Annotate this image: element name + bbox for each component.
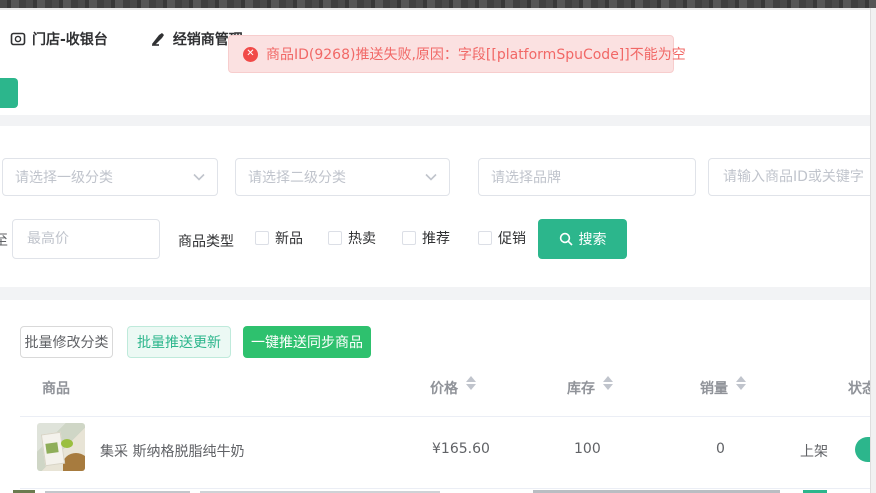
error-toast: ✕ 商品ID(9268)推送失败,原因：字段[[platformSpuCode]… <box>228 35 674 73</box>
col-header-stock: 库存 <box>567 378 595 398</box>
error-toast-message: 商品ID(9268)推送失败,原因：字段[[platformSpuCode]]不… <box>266 44 686 64</box>
price-range-to-label: 至 <box>0 230 8 250</box>
checkbox-recommend[interactable]: 推荐 <box>402 228 450 248</box>
chevron-down-icon <box>193 173 205 181</box>
sort-control-stock[interactable] <box>603 376 613 390</box>
col-header-product: 商品 <box>42 378 70 398</box>
browser-tabstrip-cutoff <box>0 0 876 8</box>
checkbox-label: 新品 <box>275 228 303 248</box>
keyword-input-wrap <box>708 158 876 196</box>
select-placeholder: 请选择二级分类 <box>248 167 346 187</box>
checkbox-input[interactable] <box>478 231 492 245</box>
batch-push-update-button[interactable]: 批量推送更新 <box>127 326 231 358</box>
search-button[interactable]: 搜索 <box>538 219 627 259</box>
search-button-label: 搜索 <box>579 229 607 249</box>
checkbox-input[interactable] <box>328 231 342 245</box>
pen-icon <box>150 32 167 47</box>
checkbox-label: 促销 <box>498 228 526 248</box>
checkbox-label: 推荐 <box>422 228 450 248</box>
col-header-price: 价格 <box>430 378 458 398</box>
product-status: 上架 <box>800 441 828 461</box>
cutoff-accent-button[interactable] <box>0 78 18 108</box>
chevron-down-icon <box>425 173 437 181</box>
nav-item-store-cashier[interactable]: 门店-收银台 <box>10 29 108 49</box>
batch-modify-category-button[interactable]: 批量修改分类 <box>20 326 113 358</box>
product-image[interactable] <box>37 423 85 471</box>
divider <box>20 416 876 417</box>
background-band <box>0 287 876 300</box>
background-band <box>0 115 876 126</box>
col-header-sales: 销量 <box>700 378 728 398</box>
brand-select[interactable]: 请选择品牌 <box>478 158 696 196</box>
checkbox-label: 热卖 <box>348 228 376 248</box>
cash-register-icon <box>10 31 26 47</box>
top-nav: 门店-收银台 经销商管理 <box>10 24 243 54</box>
checkbox-new-product[interactable]: 新品 <box>255 228 303 248</box>
select-placeholder: 请选择品牌 <box>491 167 561 187</box>
image-detail <box>45 442 58 454</box>
max-price-input[interactable] <box>25 230 147 248</box>
product-price: ¥165.60 <box>432 441 490 457</box>
error-circle-icon: ✕ <box>243 47 258 62</box>
max-price-input-wrap <box>12 219 160 259</box>
product-management-page: 门店-收银台 经销商管理 ✕ 商品ID(9268)推送失败,原因：字段[[pla… <box>0 0 876 493</box>
divider <box>0 8 876 10</box>
checkbox-promotion[interactable]: 促销 <box>478 228 526 248</box>
checkbox-hot-sale[interactable]: 热卖 <box>328 228 376 248</box>
select-placeholder: 请选择一级分类 <box>15 167 113 187</box>
product-type-label: 商品类型 <box>178 231 234 251</box>
checkbox-input[interactable] <box>255 231 269 245</box>
category-level1-select[interactable]: 请选择一级分类 <box>2 158 218 196</box>
product-name: 集采 斯纳格脱脂纯牛奶 <box>100 441 244 461</box>
image-detail <box>63 453 85 471</box>
checkbox-input[interactable] <box>402 231 416 245</box>
product-stock: 100 <box>574 441 601 457</box>
product-sales: 0 <box>716 441 725 457</box>
one-key-push-sync-button[interactable]: 一键推送同步商品 <box>243 326 371 358</box>
vertical-scrollbar[interactable] <box>870 8 876 493</box>
nav-label: 门店-收银台 <box>32 29 108 49</box>
sort-control-sales[interactable] <box>736 376 746 390</box>
keyword-input[interactable] <box>721 168 870 186</box>
magnifier-icon <box>559 232 573 246</box>
category-level2-select[interactable]: 请选择二级分类 <box>235 158 450 196</box>
divider <box>20 488 876 489</box>
image-detail <box>61 439 73 448</box>
sort-control-price[interactable] <box>466 376 476 390</box>
